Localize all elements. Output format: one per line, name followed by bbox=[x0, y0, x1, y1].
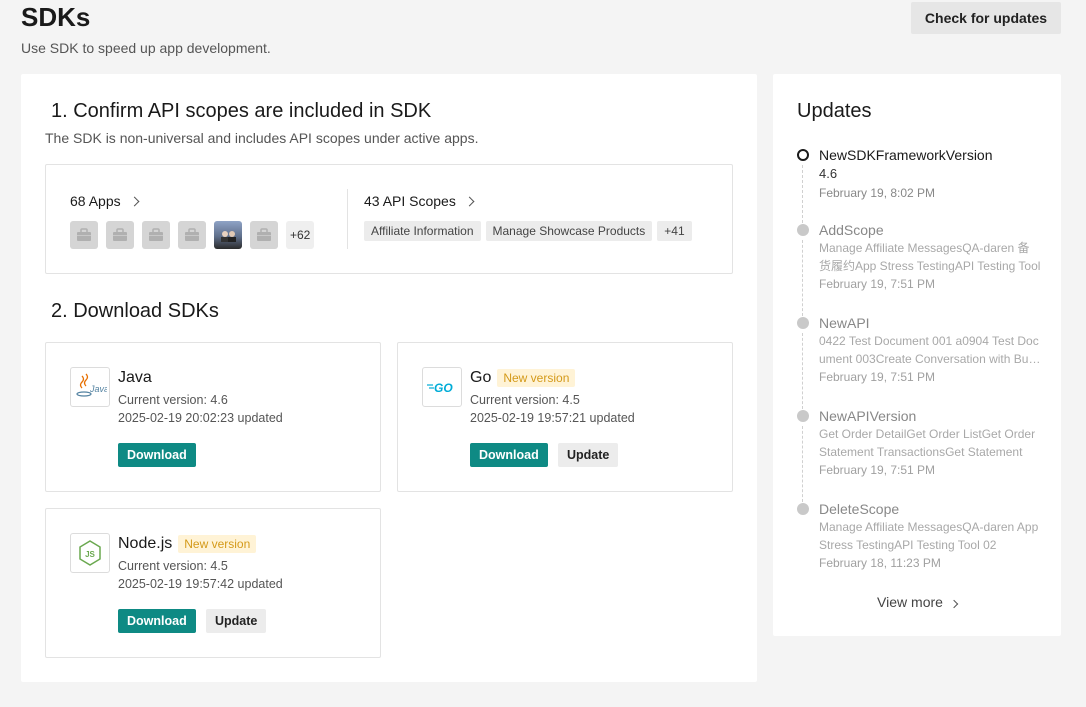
chevron-right-icon bbox=[129, 196, 140, 207]
app-placeholder-icon[interactable] bbox=[142, 221, 170, 249]
sdk-current-version: Current version: 4.5 bbox=[118, 559, 228, 573]
update-title: DeleteScope bbox=[819, 501, 900, 517]
section-confirm-title: 1. Confirm API scopes are included in SD… bbox=[51, 100, 432, 122]
timeline-connector bbox=[802, 426, 803, 502]
sdk-card-java: Java Java Current version: 4.6 2025-02-1… bbox=[45, 342, 381, 492]
sdk-card-go: GO Go New version Current version: 4.5 2… bbox=[397, 342, 733, 492]
new-version-badge: New version bbox=[497, 369, 576, 387]
nodejs-logo-icon: JS bbox=[70, 533, 110, 573]
app-placeholder-icon[interactable] bbox=[178, 221, 206, 249]
update-desc: Manage Affiliate MessagesQA-daren App St… bbox=[819, 520, 1039, 552]
java-logo-text: Java bbox=[89, 384, 107, 394]
section-download-title: 2. Download SDKs bbox=[51, 300, 219, 322]
go-logo-icon: GO bbox=[422, 367, 462, 407]
apps-more-count[interactable]: +62 bbox=[286, 221, 315, 249]
divider bbox=[347, 189, 348, 249]
check-updates-button[interactable]: Check for updates bbox=[911, 2, 1061, 34]
timeline-dot-icon bbox=[797, 317, 809, 329]
page-title: SDKs bbox=[21, 2, 91, 32]
view-more-link[interactable]: View more bbox=[773, 594, 1061, 610]
update-title: AddScope bbox=[819, 222, 884, 238]
scope-tag: Manage Showcase Products bbox=[485, 221, 653, 241]
update-desc: Manage Affiliate MessagesQA-daren 备货履约Ap… bbox=[819, 241, 1041, 273]
update-title: NewAPIVersion bbox=[819, 408, 917, 424]
update-date: February 19, 7:51 PM bbox=[819, 277, 936, 291]
nodejs-download-button[interactable]: Download bbox=[118, 609, 196, 633]
list-item[interactable]: AddScope Manage Affiliate MessagesQA-dar… bbox=[797, 221, 1041, 316]
updates-title: Updates bbox=[797, 100, 872, 122]
app-icon-list: +62 bbox=[70, 221, 315, 249]
nodejs-update-button[interactable]: Update bbox=[206, 609, 267, 633]
page-subtitle: Use SDK to speed up app development. bbox=[21, 40, 271, 56]
list-item[interactable]: NewAPIVersion Get Order DetailGet Order … bbox=[797, 407, 1041, 502]
sdk-current-version: Current version: 4.6 bbox=[118, 393, 228, 407]
sdk-name: Java bbox=[118, 369, 152, 387]
update-desc: 0422 Test Document 001 a0904 Test Docume… bbox=[819, 334, 1039, 366]
apps-link[interactable]: 68 Apps bbox=[70, 193, 140, 209]
sdk-updated-time: 2025-02-19 20:02:23 updated bbox=[118, 411, 283, 425]
scopes-more-count[interactable]: +41 bbox=[657, 221, 692, 241]
app-placeholder-icon[interactable] bbox=[70, 221, 98, 249]
app-placeholder-icon[interactable] bbox=[250, 221, 278, 249]
sdk-updated-time: 2025-02-19 19:57:21 updated bbox=[470, 411, 635, 425]
api-scopes-link[interactable]: 43 API Scopes bbox=[364, 193, 475, 209]
updates-timeline: NewSDKFrameworkVersion 4.6 February 19, … bbox=[797, 146, 1041, 593]
sdk-name: Node.js New version bbox=[118, 535, 257, 553]
app-photo-icon[interactable] bbox=[214, 221, 242, 249]
timeline-dot-icon bbox=[797, 410, 809, 422]
app-placeholder-icon[interactable] bbox=[106, 221, 134, 249]
timeline-connector bbox=[802, 165, 803, 223]
go-download-button[interactable]: Download bbox=[470, 443, 548, 467]
nodejs-logo-text: JS bbox=[85, 550, 95, 559]
new-version-badge: New version bbox=[178, 535, 257, 553]
java-logo-icon: Java bbox=[70, 367, 110, 407]
update-date: February 19, 7:51 PM bbox=[819, 463, 936, 477]
api-scopes-label: 43 API Scopes bbox=[364, 193, 456, 209]
update-date: February 19, 8:02 PM bbox=[819, 186, 936, 200]
chevron-right-icon bbox=[464, 196, 475, 207]
sdk-name: Go New version bbox=[470, 369, 576, 387]
update-desc: Get Order DetailGet Order ListGet Order … bbox=[819, 427, 1036, 459]
sdk-name-go: Go bbox=[470, 369, 492, 386]
update-title: NewAPI bbox=[819, 315, 870, 331]
sdk-current-version: Current version: 4.5 bbox=[470, 393, 580, 407]
scope-tag: Affiliate Information bbox=[364, 221, 481, 241]
update-title: NewSDKFrameworkVersion bbox=[819, 147, 993, 163]
timeline-connector bbox=[802, 240, 803, 316]
update-date: February 19, 7:51 PM bbox=[819, 370, 936, 384]
scopes-summary-box: 68 Apps +62 43 API Scopes Affiliate Info… bbox=[45, 164, 733, 274]
go-update-button[interactable]: Update bbox=[558, 443, 619, 467]
timeline-connector bbox=[802, 333, 803, 409]
main-card: 1. Confirm API scopes are included in SD… bbox=[21, 74, 757, 682]
java-download-button[interactable]: Download bbox=[118, 443, 196, 467]
timeline-dot-icon bbox=[797, 224, 809, 236]
section-confirm-desc: The SDK is non-universal and includes AP… bbox=[45, 130, 479, 146]
sdk-card-nodejs: JS Node.js New version Current version: … bbox=[45, 508, 381, 658]
go-logo-text: GO bbox=[434, 381, 453, 395]
updates-panel: Updates NewSDKFrameworkVersion 4.6 Febru… bbox=[773, 74, 1061, 636]
list-item[interactable]: NewSDKFrameworkVersion 4.6 February 19, … bbox=[797, 146, 1041, 223]
update-version: 4.6 bbox=[819, 166, 838, 181]
list-item[interactable]: DeleteScope Manage Affiliate MessagesQA-… bbox=[797, 500, 1041, 593]
apps-label: 68 Apps bbox=[70, 193, 121, 209]
sdk-name-nodejs: Node.js bbox=[118, 535, 173, 552]
timeline-dot-current-icon bbox=[797, 149, 809, 161]
chevron-right-icon bbox=[949, 599, 959, 609]
sdk-updated-time: 2025-02-19 19:57:42 updated bbox=[118, 577, 283, 591]
scope-tag-list: Affiliate Information Manage Showcase Pr… bbox=[364, 221, 692, 241]
sdk-name-java: Java bbox=[118, 369, 152, 386]
list-item[interactable]: NewAPI 0422 Test Document 001 a0904 Test… bbox=[797, 314, 1041, 409]
update-date: February 18, 11:23 PM bbox=[819, 556, 941, 570]
view-more-label: View more bbox=[877, 594, 943, 610]
timeline-dot-icon bbox=[797, 503, 809, 515]
